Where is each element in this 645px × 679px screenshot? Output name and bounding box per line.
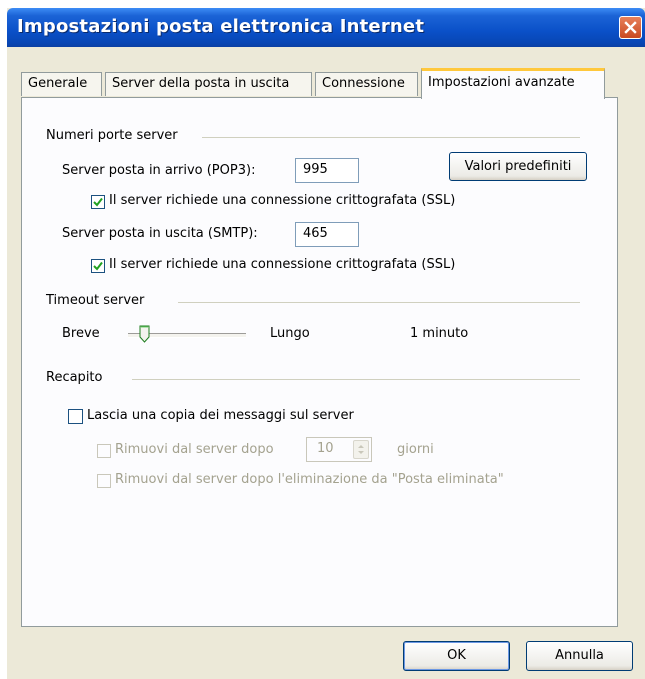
dialog-window: Impostazioni posta elettronica Internet … [7,8,645,679]
tab-impostazioni-avanzate[interactable]: Impostazioni avanzate [421,68,605,99]
checkmark-icon [93,197,103,207]
tab-connessione[interactable]: Connessione [315,72,418,96]
cancel-button-label: Annulla [555,648,604,663]
slider-thumb[interactable] [139,325,150,343]
outgoing-port-label: Server posta in uscita (SMTP): [62,226,258,241]
tab-label: Impostazioni avanzate [428,75,575,90]
spinner-arrows-icon [358,445,364,454]
outgoing-ssl-label[interactable]: Il server richiede una connessione critt… [109,257,455,272]
spinner-buttons[interactable] [353,440,369,459]
timeout-short-label: Breve [62,326,100,341]
tab-label: Server della posta in uscita [112,76,290,91]
remove-after-label: Rimuovi dal server dopo [115,442,274,457]
days-label: giorni [397,442,434,457]
outgoing-port-input[interactable]: 465 [295,222,359,247]
tab-label: Connessione [322,76,405,91]
remove-after-spinner[interactable]: 10 [306,437,372,462]
remove-deleted-checkbox[interactable] [97,474,111,488]
outgoing-ssl-checkbox[interactable] [91,259,105,273]
tab-label: Generale [28,76,88,91]
incoming-port-input[interactable]: 995 [295,158,359,183]
remove-deleted-label: Rimuovi dal server dopo l'eliminazione d… [115,472,504,487]
ok-button[interactable]: OK [403,641,510,671]
window-title: Impostazioni posta elettronica Internet [17,16,425,37]
incoming-ssl-label[interactable]: Il server richiede una connessione critt… [109,193,455,208]
section-divider [178,302,580,303]
remove-after-checkbox[interactable] [97,444,111,458]
timeout-long-label: Lungo [270,326,310,341]
close-icon [624,21,637,34]
defaults-button-label: Valori predefiniti [464,159,572,174]
section-divider [202,137,580,138]
close-button[interactable] [619,16,642,39]
tab-panel: Numeri porte server Server posta in arri… [21,97,618,627]
timeout-value: 1 minuto [410,326,469,341]
slider-thumb-icon [139,325,150,343]
section-divider [132,379,580,380]
ok-button-label: OK [447,648,466,663]
section-delivery-title: Recapito [46,370,103,385]
cancel-button[interactable]: Annulla [526,641,633,671]
incoming-ssl-checkbox[interactable] [91,195,105,209]
defaults-button[interactable]: Valori predefiniti [449,152,587,181]
title-bar[interactable]: Impostazioni posta elettronica Internet [7,8,645,47]
remove-after-value: 10 [317,441,334,456]
incoming-port-label: Server posta in arrivo (POP3): [62,163,256,178]
checkmark-icon [93,261,103,271]
leave-copy-checkbox[interactable] [68,409,83,424]
leave-copy-label[interactable]: Lascia una copia dei messaggi sul server [87,408,354,423]
tab-generale[interactable]: Generale [21,72,102,96]
tab-server-uscita[interactable]: Server della posta in uscita [105,72,312,96]
section-timeout-title: Timeout server [46,293,145,308]
timeout-slider[interactable] [128,324,246,344]
section-ports-title: Numeri porte server [46,128,178,143]
